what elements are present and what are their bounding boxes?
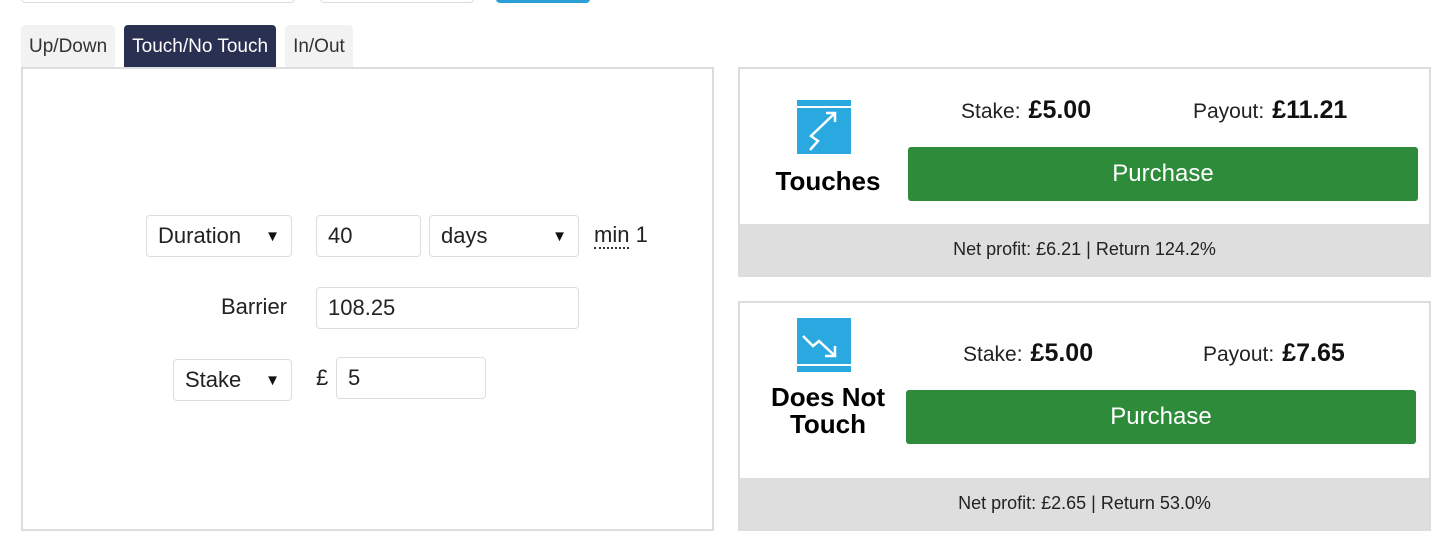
- net-profit-info: Net profit: £6.21 | Return 124.2%: [740, 224, 1429, 275]
- stake-value: 5: [348, 365, 361, 390]
- stake-info: Stake: £5.00: [961, 96, 1091, 125]
- tab-up-down[interactable]: Up/Down: [21, 25, 116, 68]
- duration-unit-value: days: [441, 223, 488, 248]
- tab-in-out[interactable]: In/Out: [285, 25, 353, 68]
- contract-type-tabs: Up/Down Touch/No Touch In/Out: [21, 25, 362, 68]
- duration-amount-input[interactable]: 40: [316, 215, 421, 257]
- payout-amount: £7.65: [1282, 339, 1345, 367]
- contract-name: Does Not Touch: [770, 382, 886, 439]
- barrier-label: Barrier: [221, 294, 288, 319]
- amount-type-select[interactable]: Stake ▼: [173, 359, 292, 401]
- contract-form-panel: Duration ▼ 40 days ▼ min 1 Barrier 108.2…: [21, 67, 714, 531]
- duration-min-hint: min 1: [594, 222, 648, 249]
- payout-info: Payout: £7.65: [1203, 339, 1345, 368]
- contract-card-touches: Touches Stake: £5.00 Payout: £11.21 Purcha…: [738, 67, 1431, 277]
- payout-label: Payout:: [1193, 100, 1265, 123]
- stake-input[interactable]: 5: [336, 357, 486, 399]
- top-button[interactable]: [496, 0, 590, 3]
- no-touch-icon: [797, 318, 851, 372]
- stake-info: Stake: £5.00: [963, 339, 1093, 368]
- purchase-button-does-not-touch[interactable]: Purchase: [906, 390, 1416, 444]
- purchase-button-touches[interactable]: Purchase: [908, 147, 1418, 201]
- contract-card-does-not-touch: Does Not Touch Stake: £5.00 Payout: £7.65 …: [738, 301, 1431, 531]
- tab-touch-no-touch[interactable]: Touch/No Touch: [124, 25, 277, 68]
- min-abbreviation: min: [594, 222, 630, 249]
- chevron-down-icon: ▼: [552, 227, 567, 245]
- net-profit-info: Net profit: £2.65 | Return 53.0%: [740, 478, 1429, 529]
- chevron-down-icon: ▼: [265, 227, 280, 245]
- amount-type-value: Stake: [185, 367, 242, 392]
- payout-amount: £11.21: [1272, 96, 1348, 124]
- payout-label: Payout:: [1203, 343, 1275, 366]
- stake-label: Stake:: [961, 100, 1021, 123]
- duration-type-value: Duration: [158, 223, 242, 248]
- duration-type-select[interactable]: Duration ▼: [146, 215, 292, 257]
- stake-amount: £5.00: [1030, 339, 1094, 367]
- stake-label: Stake:: [963, 343, 1023, 366]
- barrier-value: 108.25: [328, 295, 396, 320]
- currency-symbol: £: [316, 365, 329, 390]
- duration-amount-value: 40: [328, 223, 353, 248]
- payout-info: Payout: £11.21: [1193, 96, 1347, 125]
- top-select-2[interactable]: [320, 0, 474, 3]
- touch-icon: [797, 100, 851, 154]
- stake-amount: £5.00: [1028, 96, 1092, 124]
- chevron-down-icon: ▼: [265, 371, 280, 389]
- top-select-1[interactable]: [21, 0, 295, 3]
- min-value: 1: [635, 222, 648, 247]
- barrier-input[interactable]: 108.25: [316, 287, 579, 329]
- contract-name: Touches: [775, 166, 881, 196]
- duration-unit-select[interactable]: days ▼: [429, 215, 579, 257]
